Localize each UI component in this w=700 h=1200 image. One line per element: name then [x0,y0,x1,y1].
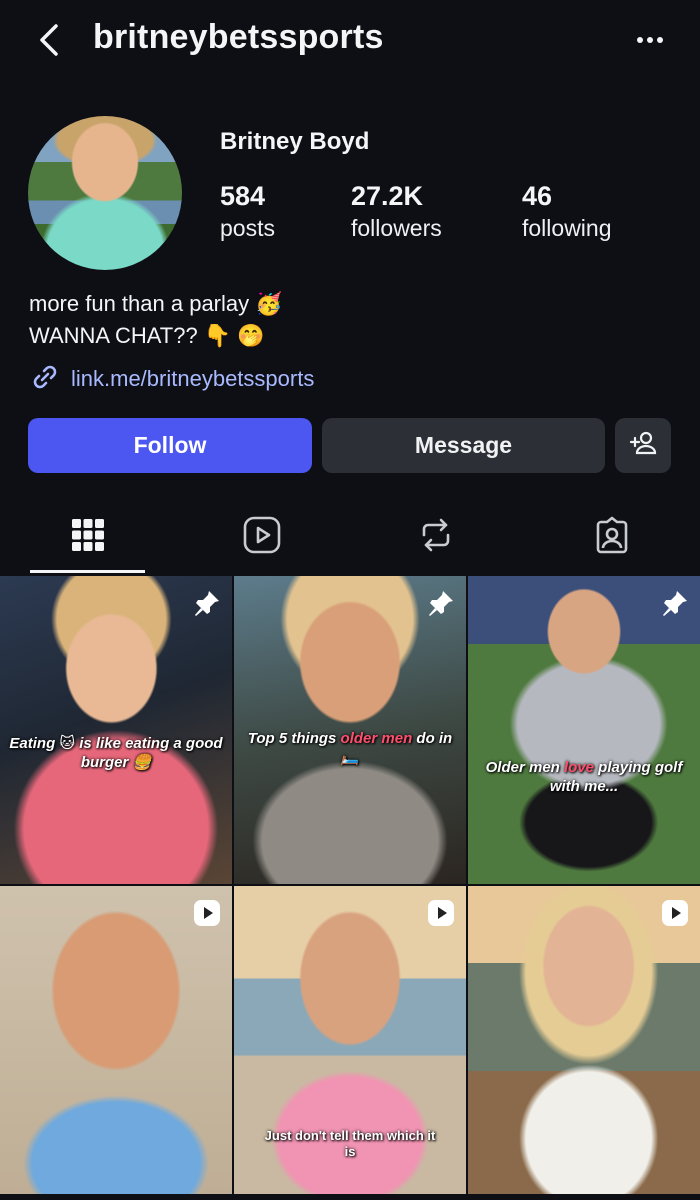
reel-icon [192,898,222,928]
message-button[interactable]: Message [322,418,605,473]
post-caption: Eating 🐱 is like eating a good burger 🍔 [9,735,223,771]
post-caption: Just don't tell them which it is [264,1128,436,1159]
bio-link[interactable]: link.me/britneybetssports [29,362,314,396]
tab-reposts[interactable] [378,500,493,575]
profile-tabs [0,500,700,575]
post-caption: Top 5 things older men do in 🛏️ [242,729,458,767]
grid-icon [71,518,105,557]
tab-reels[interactable] [204,500,319,575]
posts-count[interactable]: 584 posts [220,180,275,244]
grid-post[interactable]: Just don't tell them which it is [234,886,466,1194]
top-bar: britneybetssports [0,0,700,80]
bio-line-1: more fun than a parlay 🥳 [29,291,283,316]
active-tab-indicator [30,570,145,573]
link-text: link.me/britneybetssports [71,366,315,391]
tab-posts-grid[interactable] [30,500,145,575]
followers-count[interactable]: 27.2K followers [351,180,442,244]
pin-icon [192,588,222,618]
post-caption-part: Top 5 things [247,730,341,747]
grid-post[interactable]: Eating 🐱 is like eating a good burger 🍔 [0,576,232,884]
bio: more fun than a parlay 🥳 WANNA CHAT?? 👇 … [29,288,283,352]
pin-icon [660,588,690,618]
profile-page: britneybetssports Britney Boyd 584 posts… [0,0,700,1200]
tab-tagged[interactable] [554,500,669,575]
chevron-left-icon[interactable] [32,20,68,60]
grid-post[interactable]: Top 5 things older men do in 🛏️ [234,576,466,884]
grid-post[interactable] [0,886,232,1194]
display-name: Britney Boyd [220,128,370,155]
reels-icon [242,515,282,560]
reel-icon [426,898,456,928]
post-caption-highlight: love [564,759,595,776]
link-icon [29,361,61,398]
posts-grid: Eating 🐱 is like eating a good burger 🍔 … [0,576,700,1200]
reel-icon [660,898,690,928]
following-label: following [522,215,612,241]
post-caption: Older men love playing golf with me... [476,758,692,796]
add-person-icon [628,428,658,464]
post-caption-part: Older men [485,759,564,776]
grid-post[interactable] [468,886,700,1194]
follow-button[interactable]: Follow [28,418,312,473]
post-caption-highlight: older men [340,730,413,747]
ellipsis-icon[interactable] [626,22,674,58]
suggested-users-button[interactable] [615,418,671,473]
avatar[interactable] [28,116,182,270]
tagged-icon [592,515,632,560]
grid-post[interactable]: Older men love playing golf with me... [468,576,700,884]
followers-label: followers [351,215,442,241]
bio-line-2: WANNA CHAT?? 👇 🤭 [29,323,265,348]
following-count[interactable]: 46 following [522,180,612,244]
followers-value: 27.2K [351,181,424,211]
pin-icon [426,588,456,618]
posts-value: 584 [220,181,266,211]
profile-username: britneybetssports [93,18,384,56]
posts-label: posts [220,215,275,241]
reposts-icon [416,515,456,560]
following-value: 46 [522,181,553,211]
